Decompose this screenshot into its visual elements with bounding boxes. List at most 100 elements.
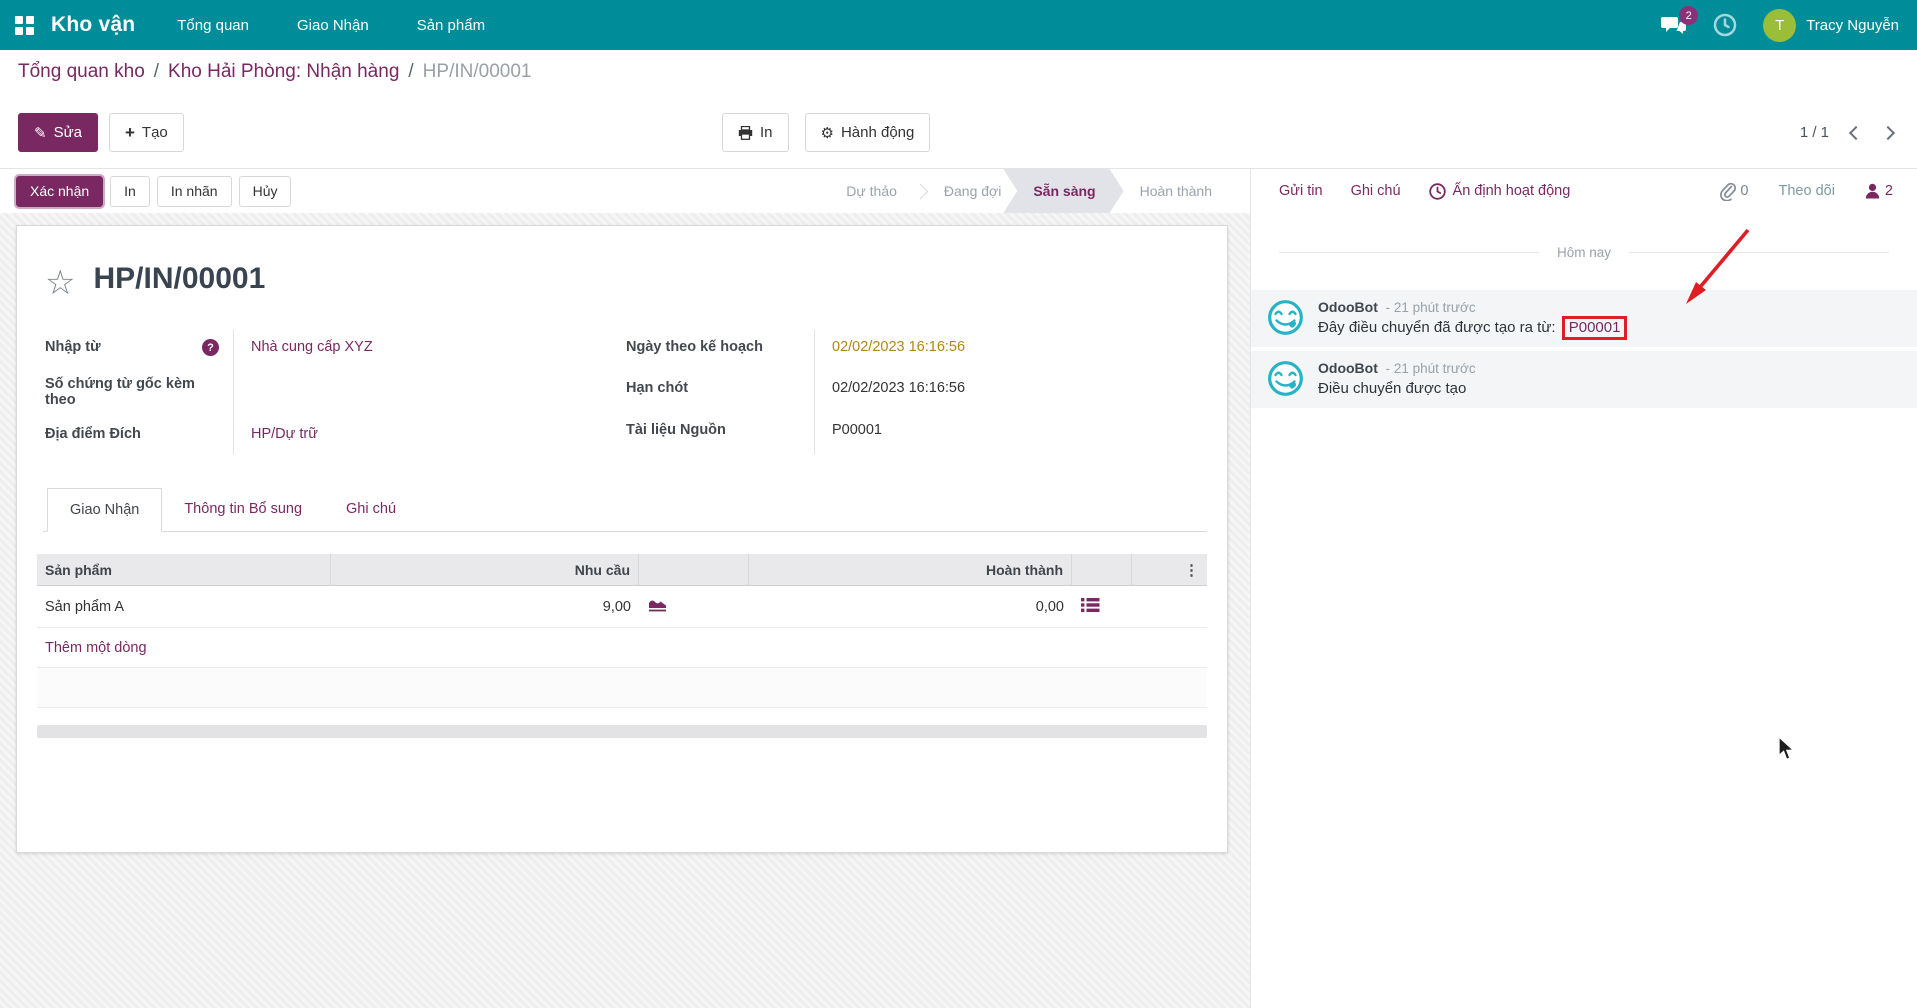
message-author[interactable]: OdooBot xyxy=(1318,360,1378,376)
pencil-icon: ✎ xyxy=(34,124,47,142)
partner-label: Nhập từ ? xyxy=(45,330,233,367)
breadcrumb-overview[interactable]: Tổng quan kho xyxy=(18,61,145,83)
breadcrumb: Tổng quan kho / Kho Hải Phòng: Nhận hàng… xyxy=(18,61,531,83)
clock-icon xyxy=(1713,13,1737,37)
origin-label: Số chứng từ gốc kèm theo xyxy=(45,376,195,408)
partner-value[interactable]: Nhà cung cấp XYZ xyxy=(233,330,626,367)
destination-label: Địa điểm Đích xyxy=(45,426,141,442)
followers-count: 2 xyxy=(1884,183,1893,199)
deadline-value[interactable]: 02/02/2023 16:16:56 xyxy=(814,371,1207,413)
operations-table: Sản phẩm Nhu cầu Hoàn thành ⋮ Sản phẩm A… xyxy=(37,554,1207,708)
detailed-operations-list-icon[interactable] xyxy=(1080,597,1100,613)
table-row[interactable]: Sản phẩm A 9,00 0,00 xyxy=(37,586,1207,628)
pager-next-icon[interactable] xyxy=(1880,125,1896,140)
apps-menu-icon[interactable] xyxy=(15,15,34,35)
field-group: Nhập từ ? Nhà cung cấp XYZ Số chứng từ g… xyxy=(45,330,1207,454)
optional-columns-icon[interactable]: ⋮ xyxy=(1184,561,1199,579)
workspace: Xác nhận In In nhãn Hủy Dự thảo Đang đợi… xyxy=(0,168,1917,1008)
paperclip-icon xyxy=(1720,182,1737,201)
followers-button[interactable]: 2 xyxy=(1865,183,1893,199)
breadcrumb-operation[interactable]: Kho Hải Phòng: Nhận hàng xyxy=(168,61,399,83)
create-button[interactable]: + Tạo xyxy=(108,113,184,152)
record-action-buttons: In ⚙ Hành động xyxy=(722,113,931,152)
stage-pipeline: Dự thảo Đang đợi Sẵn sàng Hoàn thành xyxy=(830,169,1228,213)
chatter-panel: Gửi tin Ghi chú Ấn định hoạt động 0 Theo… xyxy=(1250,169,1917,1008)
source-transfer-link[interactable]: P00001 xyxy=(1561,316,1628,340)
header-spacer xyxy=(1072,554,1132,585)
header-demand[interactable]: Nhu cầu xyxy=(331,554,639,585)
add-line-link[interactable]: Thêm một dòng xyxy=(37,628,1207,668)
user-menu[interactable]: T Tracy Nguyễn xyxy=(1763,8,1899,42)
horizontal-scrollbar[interactable] xyxy=(37,725,1207,738)
header-spacer xyxy=(639,554,749,585)
stage-separator-icon xyxy=(912,183,929,199)
field-column-left: Nhập từ ? Nhà cung cấp XYZ Số chứng từ g… xyxy=(45,330,626,454)
follower-person-icon xyxy=(1865,183,1880,199)
navbar-right: 2 T Tracy Nguyễn xyxy=(1661,6,1899,42)
messages-button[interactable]: 2 xyxy=(1661,6,1699,35)
deadline-label: Hạn chót xyxy=(626,380,689,397)
odoobot-avatar xyxy=(1268,361,1303,396)
header-done[interactable]: Hoàn thành xyxy=(749,554,1072,585)
stage-done[interactable]: Hoàn thành xyxy=(1124,169,1228,213)
date-divider: Hôm nay xyxy=(1279,245,1889,260)
cell-product[interactable]: Sản phẩm A xyxy=(37,599,331,615)
cancel-button[interactable]: Hủy xyxy=(238,175,292,207)
pager-previous-icon[interactable] xyxy=(1848,125,1864,140)
origin-value[interactable] xyxy=(233,367,626,417)
statusbar: Xác nhận In In nhãn Hủy Dự thảo Đang đợi… xyxy=(0,169,1250,213)
attachments-button[interactable]: 0 xyxy=(1719,182,1748,201)
stage-waiting[interactable]: Đang đợi xyxy=(928,169,1017,213)
edit-button[interactable]: ✎ Sửa xyxy=(18,113,98,152)
cell-done[interactable]: 0,00 xyxy=(749,599,1072,615)
tab-operations[interactable]: Giao Nhận xyxy=(47,488,163,532)
odoobot-avatar xyxy=(1268,300,1303,335)
message-time: - 21 phút trước xyxy=(1385,361,1476,376)
field-column-right: Ngày theo kế hoạch 02/02/2023 16:16:56 H… xyxy=(626,330,1207,454)
tab-note[interactable]: Ghi chú xyxy=(324,488,418,531)
action-menu-button[interactable]: ⚙ Hành động xyxy=(804,113,931,152)
edit-create-buttons: ✎ Sửa + Tạo xyxy=(18,113,184,152)
send-message-button[interactable]: Gửi tin xyxy=(1279,183,1323,199)
breadcrumb-current: HP/IN/00001 xyxy=(422,61,532,82)
header-product[interactable]: Sản phẩm xyxy=(37,554,331,585)
forecast-chart-icon[interactable] xyxy=(647,596,668,613)
schedule-activity-button[interactable]: Ấn định hoạt động xyxy=(1428,182,1570,200)
tab-additional-info[interactable]: Thông tin Bổ sung xyxy=(162,488,324,531)
top-navbar: Kho vận Tổng quan Giao Nhận Sản phẩm 2 T… xyxy=(0,0,1917,50)
stage-ready-active[interactable]: Sẵn sàng xyxy=(1003,169,1123,213)
scheduled-date-value[interactable]: 02/02/2023 16:16:56 xyxy=(814,330,1207,372)
message-author[interactable]: OdooBot xyxy=(1318,299,1378,315)
empty-table-row xyxy=(37,668,1207,708)
menu-overview[interactable]: Tổng quan xyxy=(177,17,249,34)
table-header-row: Sản phẩm Nhu cầu Hoàn thành ⋮ xyxy=(37,554,1207,586)
form-sheet: ☆ HP/IN/00001 Nhập từ ? Nhà cung cấp XYZ… xyxy=(16,225,1228,853)
menu-products[interactable]: Sản phẩm xyxy=(417,17,485,34)
destination-value[interactable]: HP/Dự trữ xyxy=(233,417,626,454)
print-label-button[interactable]: In nhãn xyxy=(156,175,232,207)
print-picking-button[interactable]: In xyxy=(110,175,150,207)
favorite-star-icon[interactable]: ☆ xyxy=(45,266,75,300)
follow-button[interactable]: Theo dõi xyxy=(1778,183,1834,199)
activities-button[interactable] xyxy=(1713,13,1737,37)
attachments-count: 0 xyxy=(1740,183,1749,199)
validate-button[interactable]: Xác nhận xyxy=(13,173,106,209)
message-text: Đây điều chuyển đã được tạo ra từ: xyxy=(1318,319,1556,336)
app-brand[interactable]: Kho vận xyxy=(51,13,135,37)
notebook-tabs: Giao Nhận Thông tin Bổ sung Ghi chú xyxy=(43,488,1207,532)
pager-value: 1 / 1 xyxy=(1799,124,1829,141)
chatter-message: OdooBot - 21 phút trước Điều chuyển được… xyxy=(1251,351,1917,408)
log-note-button[interactable]: Ghi chú xyxy=(1351,183,1401,199)
menu-transfers[interactable]: Giao Nhận xyxy=(297,17,369,34)
cell-demand[interactable]: 9,00 xyxy=(331,599,639,615)
print-button[interactable]: In xyxy=(722,113,789,152)
stage-draft[interactable]: Dự thảo xyxy=(830,169,913,213)
plus-icon: + xyxy=(124,122,135,142)
main-menu: Tổng quan Giao Nhận Sản phẩm xyxy=(177,17,485,34)
user-avatar: T xyxy=(1763,8,1797,42)
message-text: Điều chuyển được tạo xyxy=(1318,380,1467,397)
control-panel: Tổng quan kho / Kho Hải Phòng: Nhận hàng… xyxy=(0,50,1917,168)
pager: 1 / 1 xyxy=(1799,113,1896,152)
source-document-value[interactable]: P00001 xyxy=(814,412,1207,454)
help-question-icon[interactable]: ? xyxy=(202,339,219,356)
